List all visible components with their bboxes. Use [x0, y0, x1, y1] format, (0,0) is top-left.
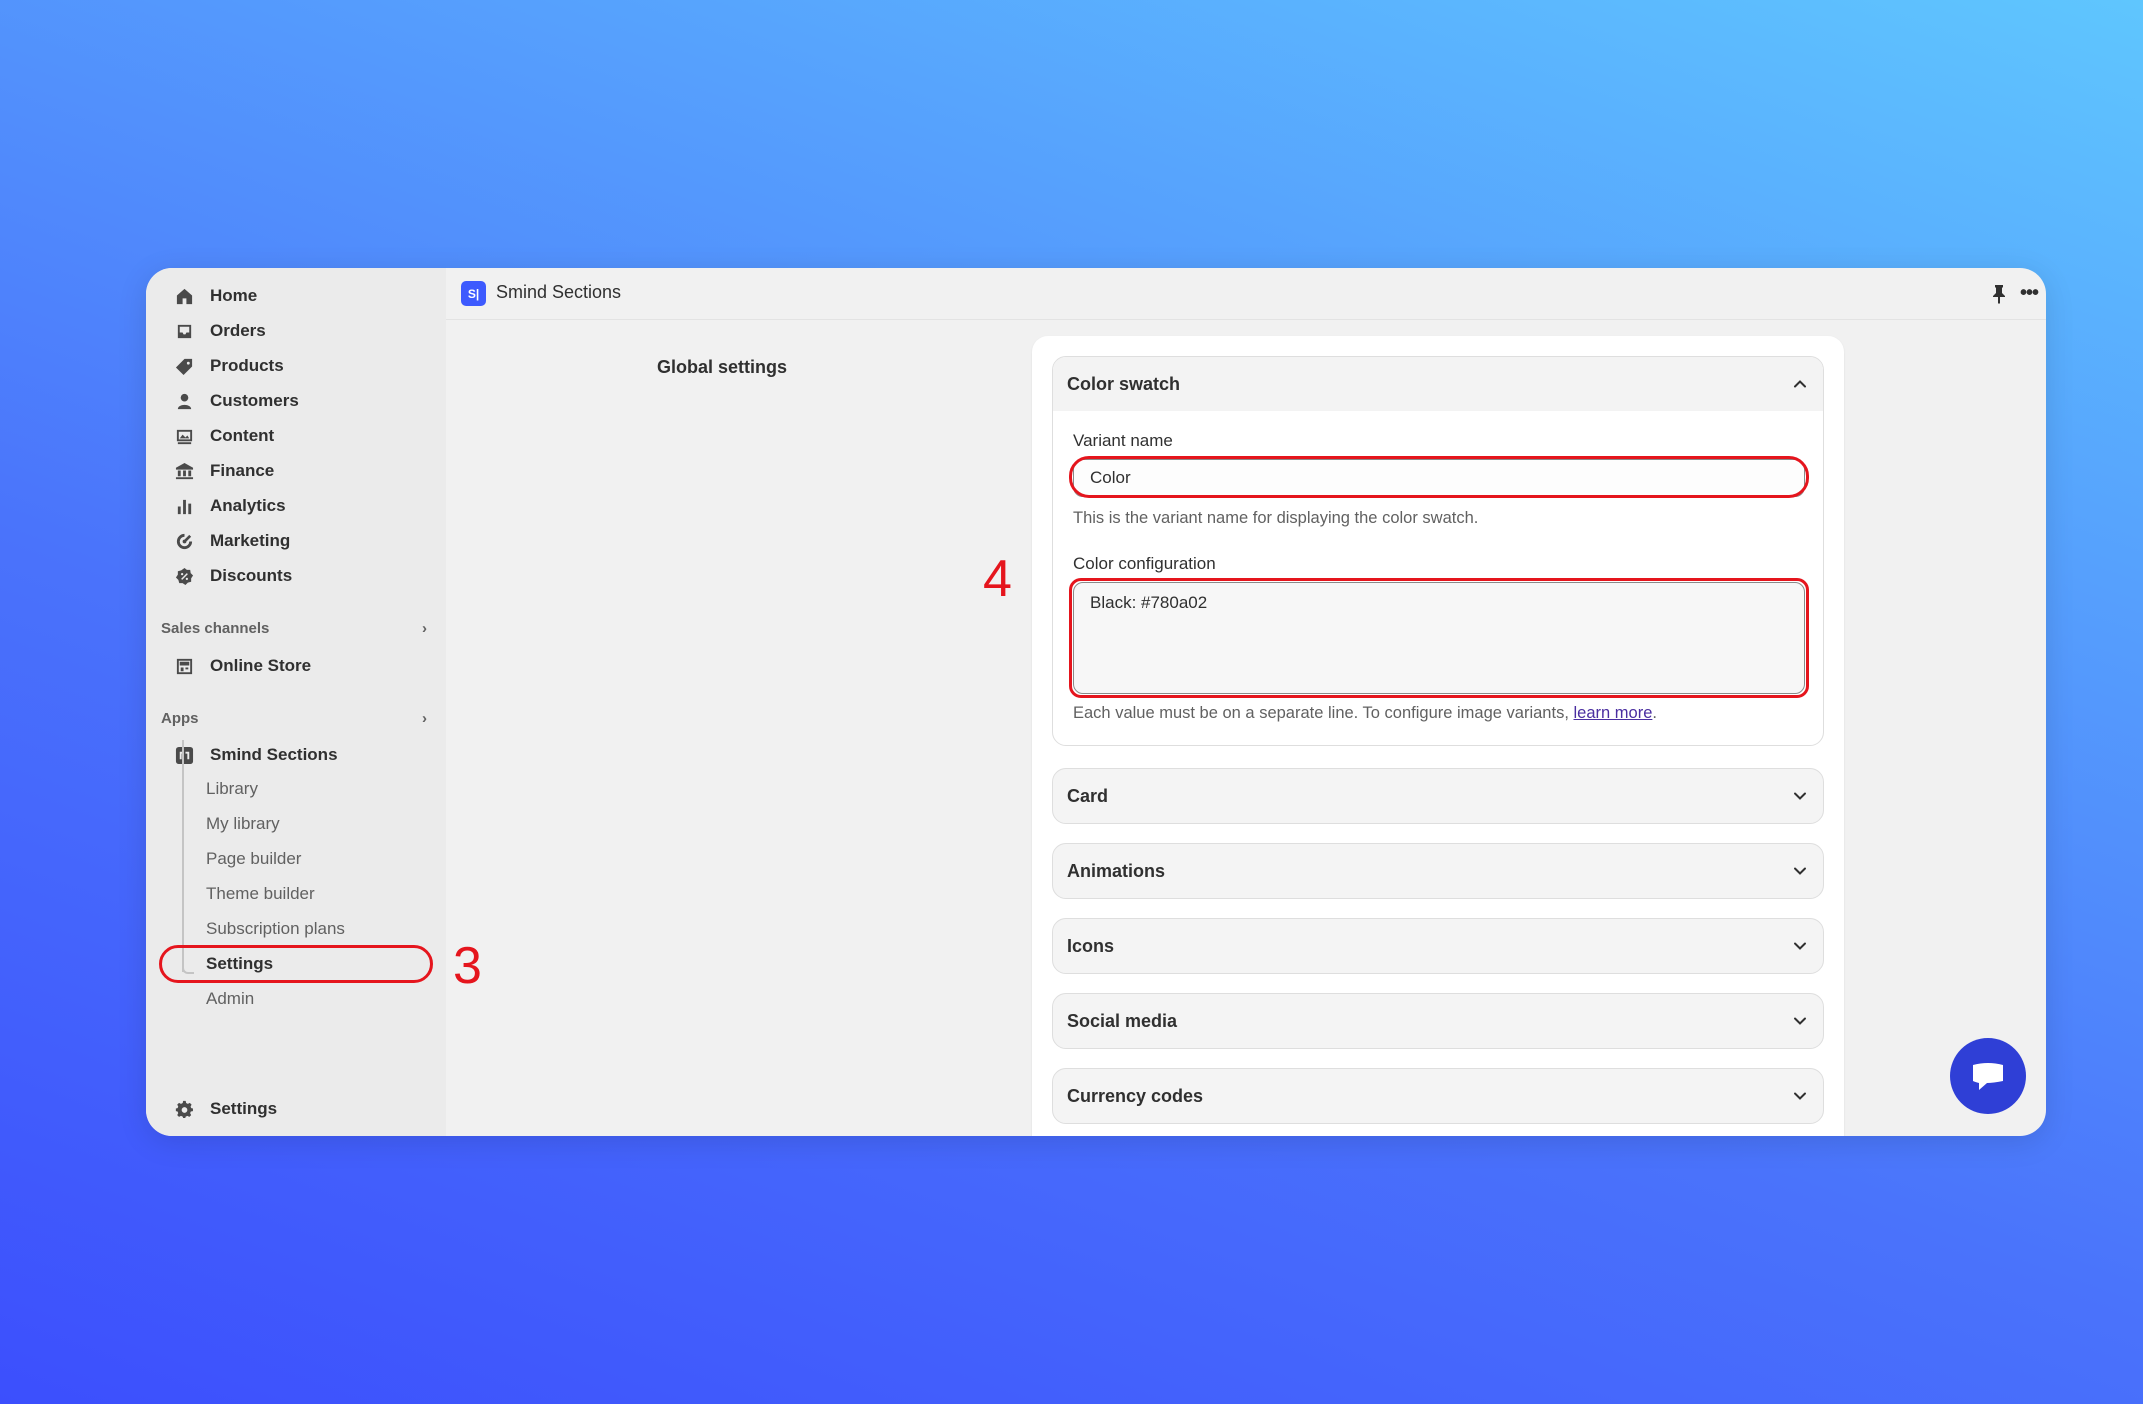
sidebar-item-online-store[interactable]: Online Store [174, 649, 311, 683]
sidebar-item-smind-sections[interactable]: Smind Sections [174, 738, 338, 772]
pin-icon[interactable] [1990, 284, 2008, 304]
tag-icon [174, 356, 194, 376]
sidebar-subitem-library[interactable]: Library [206, 773, 258, 805]
discount-icon [174, 566, 194, 586]
chevron-down-icon [1794, 1092, 1806, 1100]
sales-channels-header[interactable]: Sales channels › [161, 620, 431, 637]
more-options-icon[interactable]: ••• [2020, 282, 2042, 304]
animations-section[interactable]: Animations [1052, 843, 1824, 899]
image-icon [174, 426, 194, 446]
apps-header[interactable]: Apps › [161, 710, 431, 727]
sidebar-item-orders[interactable]: Orders [174, 314, 266, 348]
sidebar-item-marketing[interactable]: Marketing [174, 524, 290, 558]
card-section[interactable]: Card [1052, 768, 1824, 824]
variant-name-help: This is the variant name for displaying … [1073, 509, 1479, 527]
learn-more-link[interactable]: learn more [1574, 704, 1653, 722]
chevron-right-icon: › [422, 620, 427, 637]
chat-icon [1973, 1063, 2003, 1090]
variant-name-label: Variant name [1073, 431, 1173, 450]
gear-icon [174, 1099, 194, 1119]
sidebar-item-label: Discounts [210, 566, 293, 585]
sidebar-item-label: Settings [210, 1099, 278, 1118]
page-title: Global settings [657, 357, 788, 377]
settings-card: Color swatch Variant name Color This is … [1032, 336, 1844, 1136]
tree-connector [182, 740, 184, 972]
inbox-icon [174, 321, 194, 341]
store-icon [174, 656, 194, 676]
target-icon [174, 531, 194, 551]
sidebar-item-label: Online Store [210, 656, 312, 675]
chevron-down-icon [1794, 942, 1806, 950]
person-icon [174, 391, 194, 411]
annotation-highlight-color-config [1069, 578, 1809, 698]
bank-icon [174, 461, 194, 481]
sidebar-item-products[interactable]: Products [174, 349, 284, 383]
sidebar-item-content[interactable]: Content [174, 419, 274, 453]
annotation-highlight-settings [159, 945, 433, 983]
sidebar-item-label: Orders [210, 321, 266, 340]
chevron-down-icon [1794, 867, 1806, 875]
social-media-section[interactable]: Social media [1052, 993, 1824, 1049]
sidebar-item-finance[interactable]: Finance [174, 454, 274, 488]
color-swatch-section: Color swatch Variant name Color This is … [1052, 356, 1824, 746]
sidebar-item-customers[interactable]: Customers [174, 384, 299, 418]
home-icon [174, 286, 194, 306]
bar-chart-icon [174, 496, 194, 516]
sidebar-item-label: Products [210, 356, 284, 375]
color-swatch-header[interactable]: Color swatch [1053, 357, 1823, 411]
sidebar-item-label: Customers [210, 391, 299, 410]
sidebar-item-label: Analytics [210, 496, 286, 515]
chevron-up-icon [1794, 380, 1806, 388]
sidebar: Home Orders Products Customers Content F… [146, 268, 446, 1136]
sidebar-item-label: Smind Sections [210, 745, 338, 764]
annotation-number-4: 4 [983, 550, 1012, 608]
sidebar-item-label: Marketing [210, 531, 291, 550]
app-window: Home Orders Products Customers Content F… [146, 268, 2046, 1136]
chat-button[interactable] [1950, 1038, 2026, 1114]
sidebar-subitem-page-builder[interactable]: Page builder [206, 843, 301, 875]
sidebar-subitem-admin[interactable]: Admin [206, 983, 254, 1015]
annotation-highlight-variant-name [1069, 456, 1809, 498]
sidebar-item-home[interactable]: Home [174, 279, 257, 313]
sidebar-subitem-my-library[interactable]: My library [206, 808, 280, 840]
sidebar-subitem-theme-builder[interactable]: Theme builder [206, 878, 315, 910]
sidebar-item-label: Finance [210, 461, 275, 480]
currency-codes-section[interactable]: Currency codes [1052, 1068, 1824, 1124]
sidebar-item-label: Content [210, 426, 275, 445]
color-config-help: Each value must be on a separate line. T… [1073, 704, 1657, 722]
chevron-down-icon [1794, 1017, 1806, 1025]
sidebar-item-label: Home [210, 286, 258, 305]
sidebar-item-analytics[interactable]: Analytics [174, 489, 286, 523]
chevron-down-icon [1794, 792, 1806, 800]
app-logo-icon [174, 745, 194, 765]
color-config-label: Color configuration [1073, 554, 1216, 573]
annotation-number-3: 3 [453, 937, 482, 995]
sidebar-item-settings[interactable]: Settings [174, 1092, 277, 1126]
sidebar-item-discounts[interactable]: Discounts [174, 559, 292, 593]
top-bar: S| Smind Sections ••• [446, 268, 2046, 320]
sidebar-subitem-subscription-plans[interactable]: Subscription plans [206, 913, 345, 945]
icons-section[interactable]: Icons [1052, 918, 1824, 974]
app-title: Smind Sections [496, 282, 622, 302]
app-logo-icon: S| [461, 281, 486, 306]
chevron-right-icon: › [422, 710, 427, 727]
